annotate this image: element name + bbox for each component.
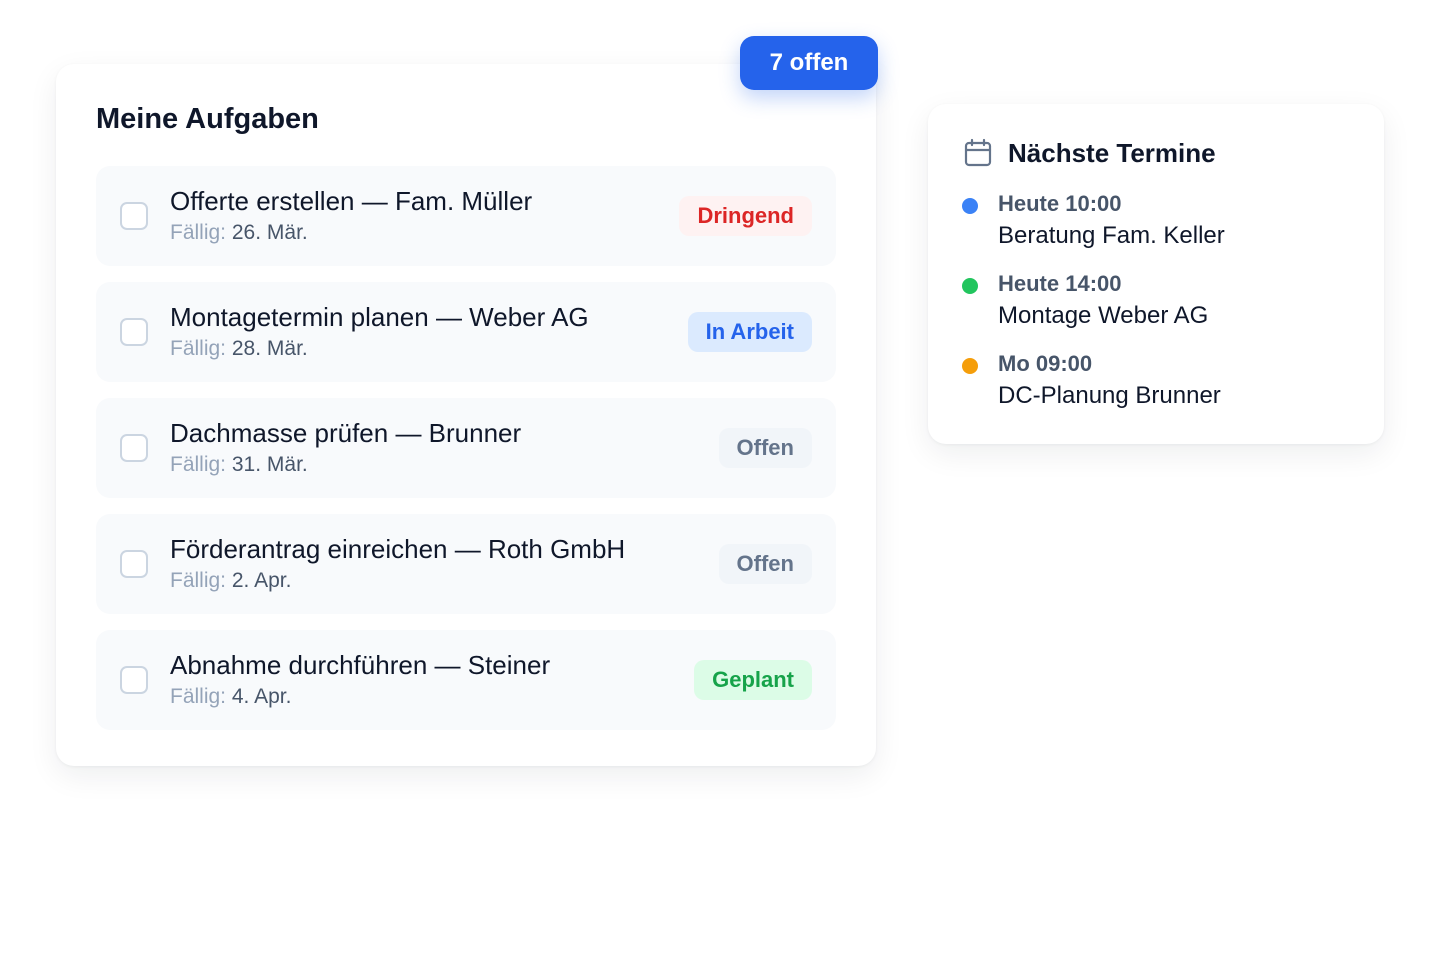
tasks-title: Meine Aufgaben: [96, 103, 319, 135]
task-row[interactable]: Förderantrag einreichen — Roth GmbH Fäll…: [96, 514, 836, 614]
due-label: Fällig:: [170, 337, 227, 360]
due-label: Fällig:: [170, 221, 227, 244]
appointment-time: Heute 14:00: [998, 271, 1122, 296]
status-badge: Offen: [718, 428, 812, 468]
open-count-badge: 7 offen: [740, 36, 878, 90]
due-label: Fällig:: [170, 685, 227, 708]
task-checkbox[interactable]: [120, 666, 148, 694]
task-due: Fällig: 31. Mär.: [170, 451, 719, 479]
status-badge: Dringend: [679, 196, 812, 236]
appointment-item[interactable]: Mo 09:00 DC-Planung Brunner: [962, 348, 1350, 412]
status-badge: Offen: [718, 544, 812, 584]
due-label: Fällig:: [170, 453, 227, 476]
task-checkbox[interactable]: [120, 318, 148, 346]
appointment-dot: [962, 358, 978, 374]
status-badge: Geplant: [694, 660, 812, 700]
appointments-header: Nächste Termine: [962, 136, 1350, 170]
task-row[interactable]: Abnahme durchführen — Steiner Fällig: 4.…: [96, 630, 836, 730]
task-due: Fällig: 28. Mär.: [170, 335, 688, 363]
due-date: 2. Apr.: [231, 569, 292, 592]
task-text: Abnahme durchführen — Steiner Fällig: 4.…: [170, 649, 694, 711]
appointment-name: Beratung Fam. Keller: [998, 222, 1225, 249]
task-checkbox[interactable]: [120, 550, 148, 578]
task-due: Fällig: 4. Apr.: [170, 683, 694, 711]
task-text: Förderantrag einreichen — Roth GmbH Fäll…: [170, 533, 719, 595]
task-text: Montagetermin planen — Weber AG Fällig: …: [170, 301, 688, 363]
task-checkbox[interactable]: [120, 202, 148, 230]
task-name: Offerte erstellen — Fam. Müller: [170, 186, 533, 216]
task-row[interactable]: Dachmasse prüfen — Brunner Fällig: 31. M…: [96, 398, 836, 498]
appointment-time: Mo 09:00: [998, 351, 1093, 376]
task-checkbox[interactable]: [120, 434, 148, 462]
calendar-icon: [962, 137, 994, 169]
task-row[interactable]: Offerte erstellen — Fam. Müller Fällig: …: [96, 166, 836, 266]
appointment-name: Montage Weber AG: [998, 302, 1209, 329]
due-date: 26. Mär.: [231, 221, 308, 244]
task-name: Montagetermin planen — Weber AG: [170, 302, 589, 332]
task-name: Abnahme durchführen — Steiner: [170, 650, 551, 680]
task-list: Offerte erstellen — Fam. Müller Fällig: …: [96, 166, 836, 730]
appointment-text: Heute 10:00 Beratung Fam. Keller: [998, 188, 1225, 252]
appointment-item[interactable]: Heute 14:00 Montage Weber AG: [962, 268, 1350, 332]
appointments-title: Nächste Termine: [1008, 137, 1216, 168]
appointment-time: Heute 10:00: [998, 191, 1122, 216]
appointments-list: Heute 10:00 Beratung Fam. Keller Heute 1…: [962, 188, 1350, 412]
task-due: Fällig: 2. Apr.: [170, 567, 719, 595]
task-name: Förderantrag einreichen — Roth GmbH: [170, 534, 626, 564]
task-text: Dachmasse prüfen — Brunner Fällig: 31. M…: [170, 417, 719, 479]
appointment-name: DC-Planung Brunner: [998, 382, 1221, 409]
task-text: Offerte erstellen — Fam. Müller Fällig: …: [170, 185, 679, 247]
appointment-text: Heute 14:00 Montage Weber AG: [998, 268, 1208, 332]
status-badge: In Arbeit: [687, 312, 812, 352]
appointment-dot: [962, 198, 978, 214]
task-due: Fällig: 26. Mär.: [170, 219, 679, 247]
task-row[interactable]: Montagetermin planen — Weber AG Fällig: …: [96, 282, 836, 382]
task-name: Dachmasse prüfen — Brunner: [170, 418, 522, 448]
appointment-item[interactable]: Heute 10:00 Beratung Fam. Keller: [962, 188, 1350, 252]
due-date: 28. Mär.: [231, 337, 308, 360]
tasks-card: Meine Aufgaben Offerte erstellen — Fam. …: [56, 64, 876, 766]
due-date: 31. Mär.: [231, 453, 308, 476]
appointment-text: Mo 09:00 DC-Planung Brunner: [998, 348, 1221, 412]
appointment-dot: [962, 278, 978, 294]
due-date: 4. Apr.: [231, 685, 292, 708]
appointments-card: Nächste Termine Heute 10:00 Beratung Fam…: [928, 104, 1384, 444]
due-label: Fällig:: [170, 569, 227, 592]
